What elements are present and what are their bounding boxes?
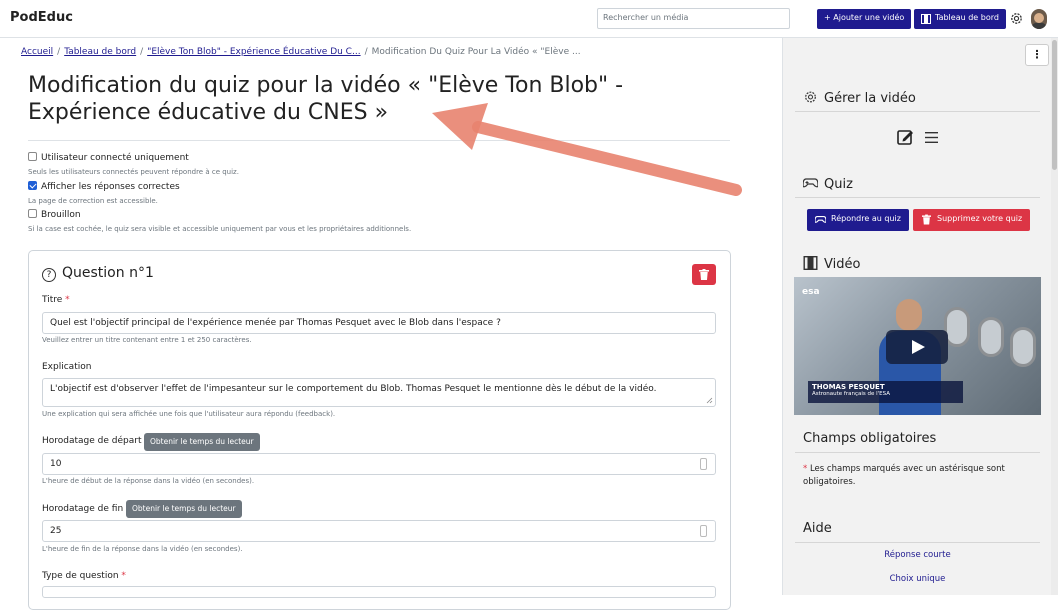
manage-video-heading: Gérer la vidéo bbox=[803, 90, 916, 106]
option-show-answers[interactable]: Afficher les réponses correctes bbox=[28, 181, 180, 192]
delete-quiz-button[interactable]: Supprimez votre quiz bbox=[913, 209, 1031, 231]
help-link-short-answer[interactable]: Réponse courte bbox=[795, 550, 1040, 560]
top-navbar: PodEduc Rechercher un média + Ajouter un… bbox=[0, 0, 1058, 38]
dashboard-button-label: Tableau de bord bbox=[935, 13, 999, 22]
checkbox-show-answers[interactable] bbox=[28, 181, 37, 190]
answer-quiz-button[interactable]: Répondre au quiz bbox=[807, 209, 909, 231]
question-circle-icon: ? bbox=[42, 268, 56, 282]
question-type-label: Type de question * bbox=[42, 571, 126, 581]
checkbox-draft[interactable] bbox=[28, 209, 37, 218]
question-heading: ? Question n°1 bbox=[42, 265, 154, 282]
required-fields-heading: Champs obligatoires bbox=[803, 431, 937, 446]
question-title-input[interactable]: Quel est l'objectif principal de l'expér… bbox=[42, 312, 716, 334]
search-input[interactable]: Rechercher un média bbox=[597, 8, 790, 29]
film-icon bbox=[803, 256, 818, 270]
gear-icon[interactable] bbox=[1009, 11, 1024, 26]
question-heading-text: Question n°1 bbox=[62, 265, 154, 281]
get-player-time-end-button[interactable]: Obtenir le temps du lecteur bbox=[126, 500, 242, 518]
quiz-heading: Quiz bbox=[803, 177, 853, 192]
end-timestamp-input[interactable]: 25 bbox=[42, 520, 716, 542]
page-scrollbar[interactable] bbox=[1051, 38, 1058, 595]
end-timestamp-value: 25 bbox=[50, 526, 62, 536]
required-fields-text-body: Les champs marqués avec un astérisque so… bbox=[803, 464, 1005, 487]
option-draft-help: Si la case est cochée, le quiz sera visi… bbox=[28, 225, 412, 233]
sidebar-divider bbox=[795, 111, 1040, 112]
start-timestamp-input[interactable]: 10 bbox=[42, 453, 716, 475]
brand-logo[interactable]: PodEduc bbox=[10, 10, 73, 25]
video-heading: Vidéo bbox=[803, 256, 860, 272]
breadcrumb-dashboard[interactable]: Tableau de bord bbox=[64, 47, 136, 57]
explanation-help: Une explication qui sera affichée une fo… bbox=[42, 410, 336, 418]
gamepad-icon bbox=[815, 216, 826, 223]
sidebar-divider bbox=[795, 197, 1040, 198]
manage-video-heading-text: Gérer la vidéo bbox=[824, 91, 916, 106]
resize-handle-icon[interactable] bbox=[706, 397, 713, 404]
option-show-answers-label: Afficher les réponses correctes bbox=[41, 182, 180, 192]
add-video-button[interactable]: + Ajouter une vidéo bbox=[817, 9, 912, 29]
video-caption: THOMAS PESQUET Astronaute français de l'… bbox=[808, 381, 963, 403]
esa-logo: esa bbox=[802, 287, 820, 297]
option-connected-only-label: Utilisateur connecté uniquement bbox=[41, 153, 189, 163]
option-draft-label: Brouillon bbox=[41, 210, 81, 220]
option-show-answers-help: La page de correction est accessible. bbox=[28, 197, 158, 205]
option-connected-only[interactable]: Utilisateur connecté uniquement bbox=[28, 152, 189, 163]
get-player-time-start-button[interactable]: Obtenir le temps du lecteur bbox=[144, 433, 260, 451]
required-fields-text: * Les champs marqués avec un astérisque … bbox=[803, 463, 1033, 489]
start-timestamp-help: L'heure de début de la réponse dans la v… bbox=[42, 477, 255, 485]
breadcrumb-current: Modification Du Quiz Pour La Vidéo « "El… bbox=[371, 47, 581, 57]
sidebar-divider bbox=[795, 452, 1040, 453]
edit-icon[interactable] bbox=[897, 129, 914, 145]
gear-icon bbox=[805, 91, 816, 103]
required-mark: * bbox=[803, 464, 808, 474]
video-heading-text: Vidéo bbox=[824, 257, 861, 272]
title-label: Titre * bbox=[42, 295, 70, 305]
trash-icon bbox=[922, 214, 931, 225]
end-timestamp-label: Horodatage de fin bbox=[42, 504, 124, 514]
question-type-label-text: Type de question bbox=[42, 571, 119, 581]
help-heading: Aide bbox=[803, 521, 832, 536]
start-timestamp-value: 10 bbox=[50, 459, 62, 469]
dashboard-button[interactable]: Tableau de bord bbox=[914, 9, 1006, 29]
page-title: Modification du quiz pour la vidéo « "El… bbox=[28, 73, 624, 125]
number-spinner-icon[interactable] bbox=[700, 458, 707, 470]
required-mark: * bbox=[121, 571, 126, 581]
answer-quiz-label: Répondre au quiz bbox=[831, 214, 901, 223]
film-icon bbox=[921, 14, 931, 24]
breadcrumb-home[interactable]: Accueil bbox=[21, 47, 53, 57]
quiz-heading-text: Quiz bbox=[824, 177, 853, 192]
explanation-text: L'objectif est d'observer l'effet de l'i… bbox=[50, 384, 657, 394]
trash-icon bbox=[699, 269, 709, 280]
option-draft[interactable]: Brouillon bbox=[28, 209, 81, 220]
more-options-button[interactable]: ⋮ bbox=[1025, 44, 1049, 66]
video-caption-subtitle: Astronaute français de l'ESA bbox=[812, 391, 891, 397]
number-spinner-icon[interactable] bbox=[700, 525, 707, 537]
required-mark: * bbox=[65, 295, 70, 305]
question-type-select[interactable] bbox=[42, 586, 716, 598]
option-connected-only-help: Seuls les utilisateurs connectés peuvent… bbox=[28, 168, 239, 176]
breadcrumb: Accueil / Tableau de bord / "Elève Ton Blob"… bbox=[21, 47, 581, 57]
delete-quiz-label: Supprimez votre quiz bbox=[937, 214, 1023, 223]
title-divider bbox=[28, 140, 730, 141]
explanation-label: Explication bbox=[42, 362, 92, 372]
title-help: Veuillez entrer un titre contenant entre… bbox=[42, 336, 252, 344]
play-button-icon[interactable] bbox=[886, 330, 948, 364]
breadcrumb-video[interactable]: "Elève Ton Blob" - Expérience Éducative … bbox=[147, 47, 360, 57]
end-timestamp-help: L'heure de fin de la réponse dans la vid… bbox=[42, 545, 243, 553]
sidebar-divider bbox=[795, 542, 1040, 543]
help-link-single-choice[interactable]: Choix unique bbox=[795, 574, 1040, 584]
checkbox-connected-only[interactable] bbox=[28, 152, 37, 161]
question-card bbox=[28, 250, 731, 610]
start-timestamp-label: Horodatage de départ bbox=[42, 436, 142, 446]
gamepad-icon bbox=[803, 178, 818, 188]
user-avatar[interactable] bbox=[1031, 9, 1047, 29]
title-label-text: Titre bbox=[42, 295, 63, 305]
video-thumbnail[interactable]: esa THOMAS PESQUET Astronaute français d… bbox=[794, 277, 1041, 415]
explanation-textarea[interactable]: L'objectif est d'observer l'effet de l'i… bbox=[42, 378, 716, 407]
delete-question-button[interactable] bbox=[692, 264, 716, 285]
video-caption-name: THOMAS PESQUET bbox=[812, 383, 885, 391]
list-icon[interactable] bbox=[925, 132, 938, 143]
